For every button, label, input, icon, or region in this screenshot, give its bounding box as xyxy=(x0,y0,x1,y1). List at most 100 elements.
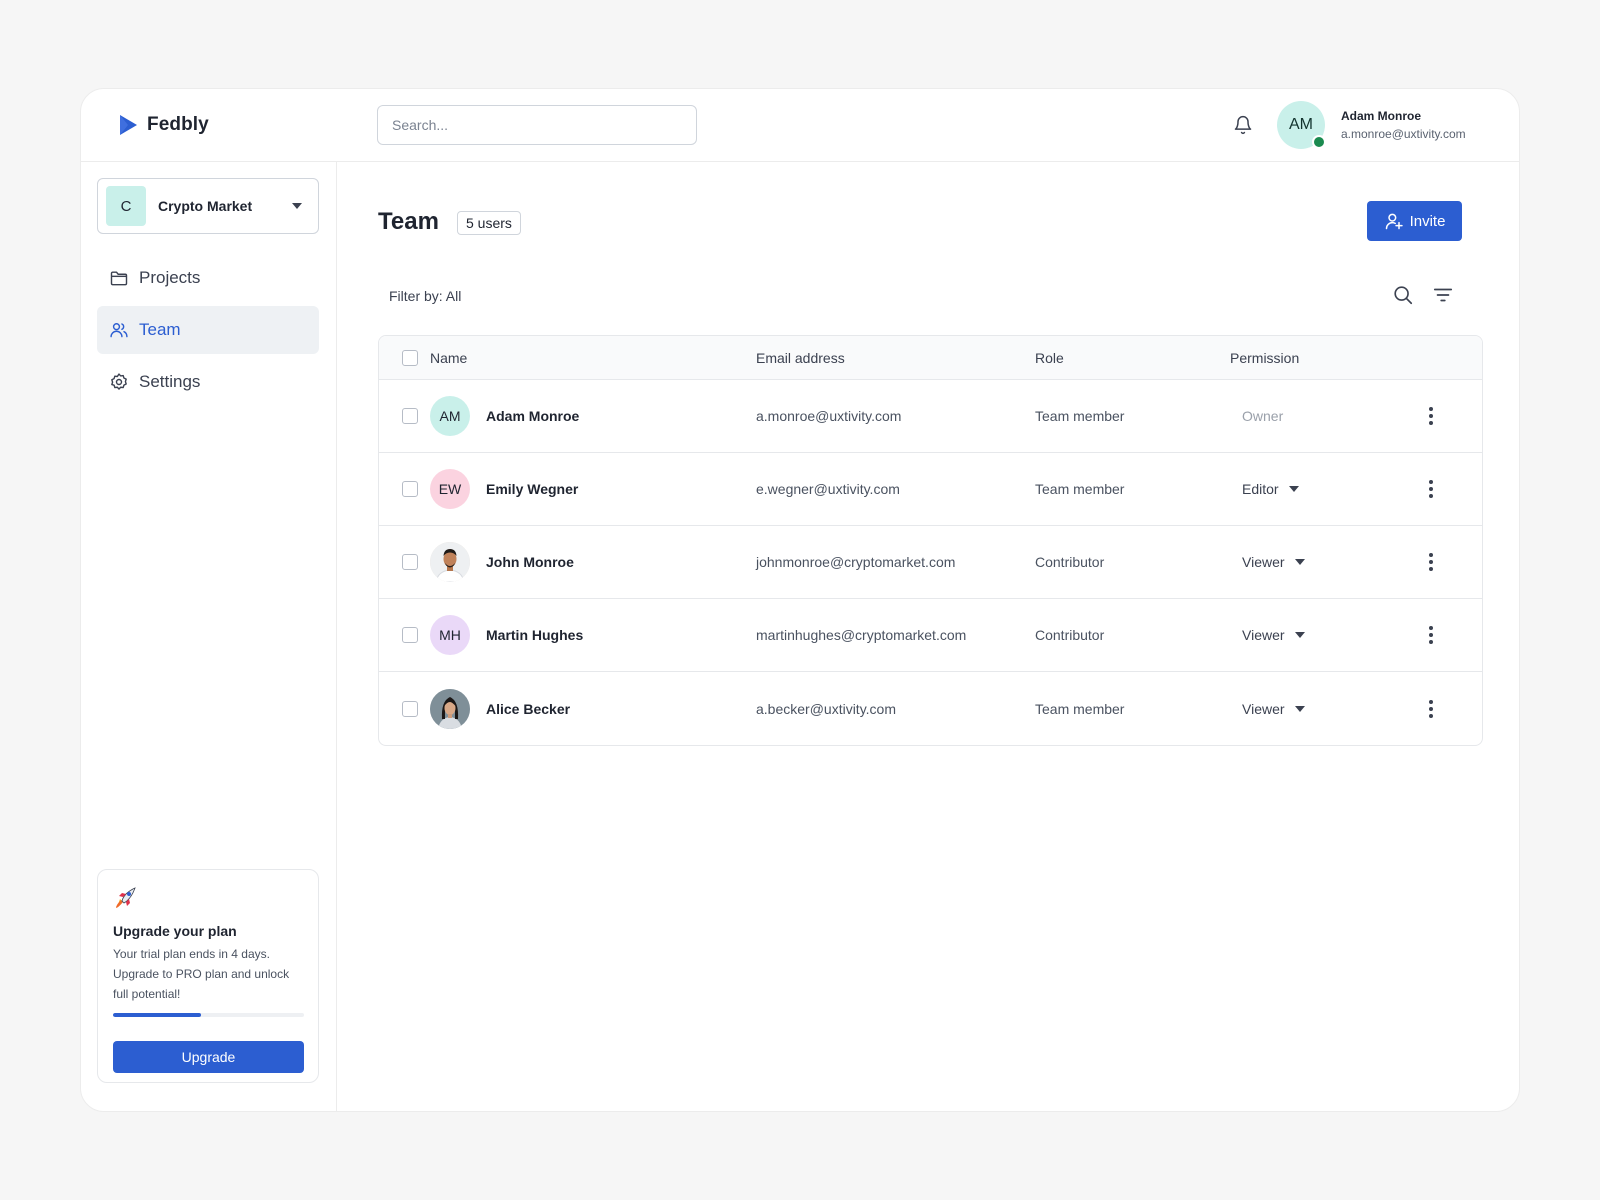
play-logo-icon xyxy=(120,115,137,135)
user-info[interactable]: Adam Monroe a.monroe@uxtivity.com xyxy=(1341,108,1466,144)
table-row: AM Adam Monroe a.monroe@uxtivity.com Tea… xyxy=(379,380,1482,453)
permission-label: Viewer xyxy=(1242,700,1285,717)
more-options-icon[interactable] xyxy=(1419,477,1443,501)
notifications-bell-icon[interactable] xyxy=(1229,111,1257,139)
member-avatar: MH xyxy=(430,615,470,655)
member-role: Contributor xyxy=(1035,627,1105,643)
caret-down-icon xyxy=(1288,486,1299,492)
permission-dropdown[interactable]: Editor xyxy=(1242,481,1299,497)
sidebar-item-label: Settings xyxy=(139,372,201,391)
more-options-icon[interactable] xyxy=(1419,550,1443,574)
header-permission: Permission xyxy=(1230,349,1300,366)
member-email: a.becker@uxtivity.com xyxy=(756,700,896,717)
user-name: Adam Monroe xyxy=(1341,109,1422,123)
header-role: Role xyxy=(1035,349,1064,366)
member-photo-avatar xyxy=(430,688,470,729)
select-all-checkbox[interactable] xyxy=(402,349,418,366)
row-checkbox[interactable] xyxy=(402,554,418,570)
sidebar-nav: Projects Team Settings xyxy=(97,254,319,410)
member-avatar: EW xyxy=(430,469,470,509)
users-icon xyxy=(110,323,128,338)
permission-label: Editor xyxy=(1242,481,1279,497)
sidebar: C Crypto Market Projects Team Settings U… xyxy=(81,162,337,1111)
sidebar-item-settings[interactable]: Settings xyxy=(97,358,319,406)
trial-progress-bar xyxy=(113,1013,304,1017)
permission-dropdown[interactable]: Viewer xyxy=(1242,554,1305,570)
permission-static: Owner xyxy=(1242,408,1283,424)
filter-label[interactable]: Filter by: All xyxy=(389,288,461,304)
member-email: martinhughes@cryptomarket.com xyxy=(756,627,967,643)
table-row: EW Emily Wegner e.wegner@uxtivity.com Te… xyxy=(379,453,1482,526)
caret-down-icon xyxy=(1294,705,1305,712)
search-icon[interactable] xyxy=(1392,284,1416,308)
caret-down-icon xyxy=(1294,559,1305,565)
brand-name: Fedbly xyxy=(147,114,209,135)
search-input[interactable] xyxy=(377,105,697,145)
sidebar-item-label: Projects xyxy=(139,268,201,287)
team-table: Name Email address Role Permission AM Ad… xyxy=(378,335,1483,746)
person-photo-icon xyxy=(430,688,470,729)
member-email: e.wegner@uxtivity.com xyxy=(756,481,900,497)
table-row: MH Martin Hughes martinhughes@cryptomark… xyxy=(379,599,1482,672)
member-photo-avatar xyxy=(430,542,470,582)
sidebar-item-label: Team xyxy=(139,320,181,339)
member-role: Team member xyxy=(1035,408,1125,424)
top-bar: Fedbly AM Adam Monroe a.monroe@uxtivity.… xyxy=(81,89,1519,162)
brand[interactable]: Fedbly xyxy=(117,113,209,137)
row-checkbox[interactable] xyxy=(402,627,418,643)
sidebar-item-projects[interactable]: Projects xyxy=(97,254,319,302)
add-user-icon xyxy=(1385,213,1403,230)
page-title: Team xyxy=(378,208,439,235)
upgrade-text: Your trial plan ends in 4 days. Upgrade … xyxy=(113,947,290,1001)
workspace-name: Crypto Market xyxy=(158,198,253,214)
table-row: John Monroe johnmonroe@cryptomarket.com … xyxy=(379,526,1482,599)
caret-down-icon xyxy=(1294,632,1305,638)
user-avatar[interactable]: AM xyxy=(1277,101,1326,149)
more-options-icon[interactable] xyxy=(1419,623,1443,647)
permission-dropdown[interactable]: Viewer xyxy=(1242,627,1305,643)
member-avatar: AM xyxy=(430,396,470,436)
member-email: a.monroe@uxtivity.com xyxy=(756,408,902,424)
upgrade-button[interactable]: Upgrade xyxy=(113,1041,304,1073)
more-options-icon[interactable] xyxy=(1419,404,1443,428)
header-email: Email address xyxy=(756,349,845,366)
avatar-initials: EW xyxy=(438,481,462,497)
permission-dropdown[interactable]: Viewer xyxy=(1242,701,1305,717)
row-checkbox[interactable] xyxy=(402,481,418,497)
user-count-badge: 5 users xyxy=(457,211,521,235)
user-avatar-initials: AM xyxy=(1289,116,1313,133)
member-name: Alice Becker xyxy=(486,700,571,717)
member-role: Contributor xyxy=(1035,554,1105,570)
caret-down-icon xyxy=(292,203,302,209)
member-name: John Monroe xyxy=(486,554,574,570)
person-photo-icon xyxy=(430,542,470,582)
workspace-badge: C xyxy=(106,186,146,226)
trial-progress-fill xyxy=(113,1013,201,1017)
folder-icon xyxy=(110,271,128,286)
member-name: Adam Monroe xyxy=(486,408,580,424)
row-checkbox[interactable] xyxy=(402,700,418,717)
user-email: a.monroe@uxtivity.com xyxy=(1341,127,1466,141)
online-status-dot xyxy=(1312,135,1326,149)
permission-label: Viewer xyxy=(1242,627,1285,643)
upgrade-card: Upgrade your plan Your trial plan ends i… xyxy=(97,869,319,1083)
main-content: Team 5 users Invite Filter by: All Name … xyxy=(338,162,1519,1111)
avatar-initials: MH xyxy=(439,627,461,643)
invite-button[interactable]: Invite xyxy=(1367,201,1462,241)
header-name: Name xyxy=(430,349,468,366)
permission-label: Owner xyxy=(1242,408,1284,424)
member-role: Team member xyxy=(1035,481,1125,497)
app-window: Fedbly AM Adam Monroe a.monroe@uxtivity.… xyxy=(80,88,1520,1112)
member-email: johnmonroe@cryptomarket.com xyxy=(756,554,956,570)
sidebar-item-team[interactable]: Team xyxy=(97,306,319,354)
more-options-icon[interactable] xyxy=(1419,697,1443,721)
member-name: Martin Hughes xyxy=(486,627,584,643)
workspace-selector[interactable]: C Crypto Market xyxy=(97,178,319,234)
upgrade-title: Upgrade your plan xyxy=(113,923,237,939)
member-role: Team member xyxy=(1035,700,1125,717)
rocket-icon xyxy=(116,887,136,908)
row-checkbox[interactable] xyxy=(402,408,418,424)
member-name: Emily Wegner xyxy=(486,481,579,497)
table-header: Name Email address Role Permission xyxy=(379,336,1482,380)
filter-icon[interactable] xyxy=(1432,284,1456,308)
